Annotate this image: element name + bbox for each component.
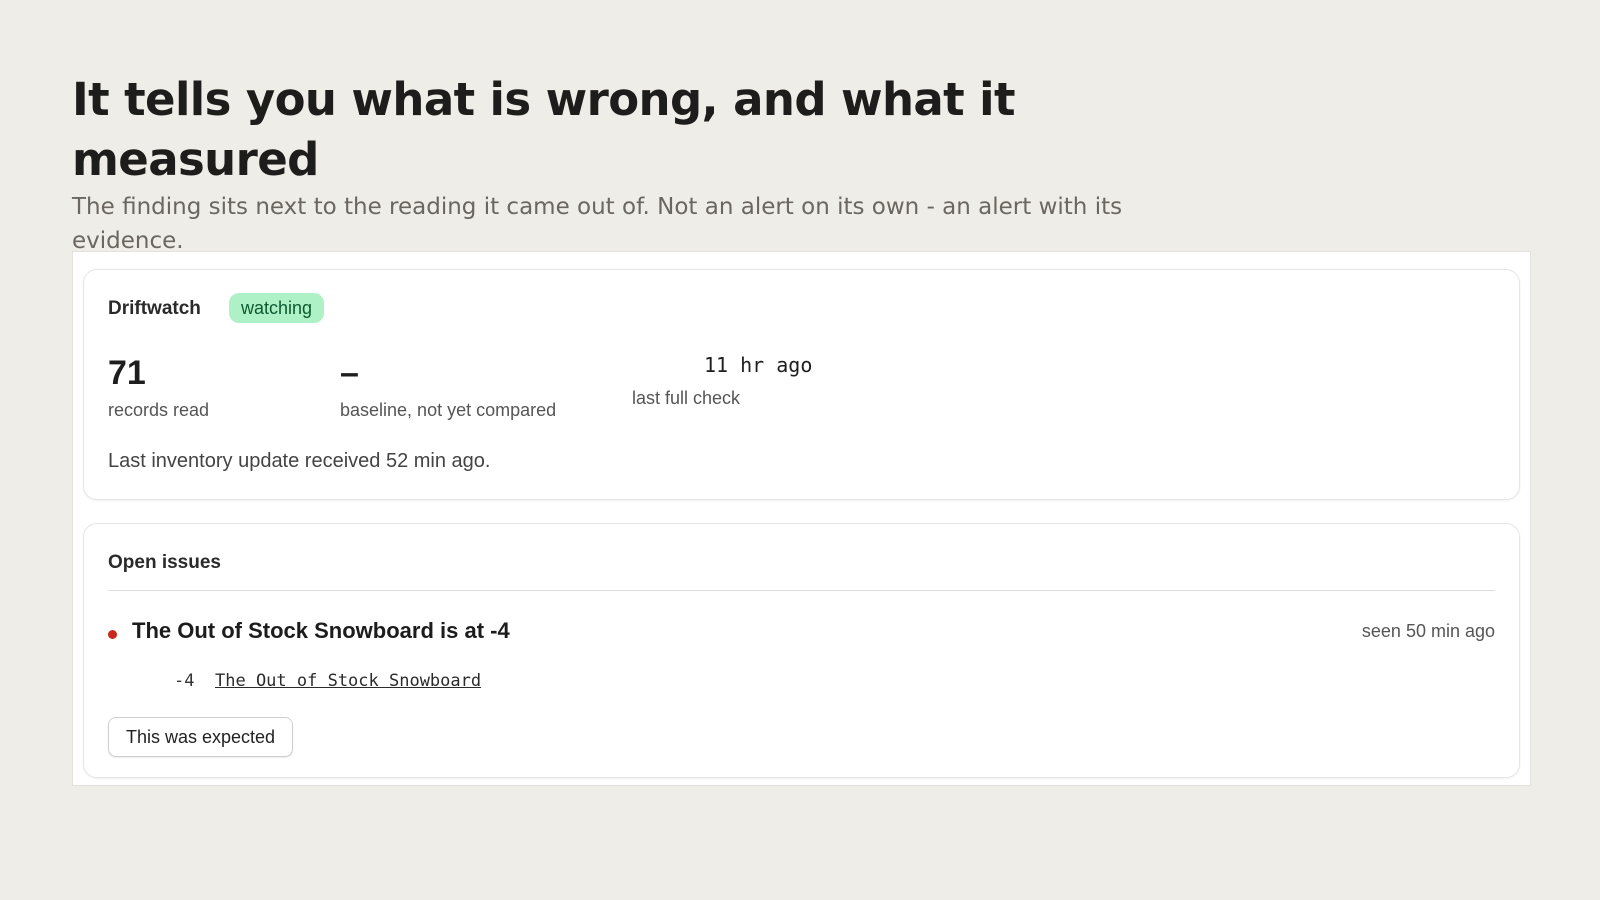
evidence-value: -4 (174, 671, 195, 691)
evidence-product-link[interactable]: The Out of Stock Snowboard (215, 671, 481, 691)
issue-seen-time: seen 50 min ago (1361, 621, 1495, 641)
status-badge: watching (229, 293, 325, 323)
app-name: Driftwatch (108, 298, 201, 319)
metric-baseline-value: – (340, 354, 359, 392)
issues-divider (108, 590, 1495, 591)
last-update-text: Last inventory update received 52 min ag… (108, 450, 491, 472)
metric-last-check-label: last full check (632, 388, 741, 408)
metric-last-check-value: 11 hr ago (704, 353, 813, 377)
issue-title: The Out of Stock Snowboard is at -4 (132, 618, 510, 643)
issues-card: Open issues The Out of Stock Snowboard i… (83, 523, 1520, 778)
preview-frame: Driftwatch watching 71 records read – ba… (72, 251, 1531, 786)
metric-baseline-label: baseline, not yet compared (340, 400, 557, 420)
page-subtitle: The finding sits next to the reading it … (72, 194, 1123, 254)
issues-title: Open issues (108, 552, 221, 573)
issue-severity-dot-icon (108, 630, 117, 639)
page-title: It tells you what is wrong, and what it … (72, 73, 1016, 186)
metric-records-value: 71 (108, 354, 146, 392)
status-card: Driftwatch watching 71 records read – ba… (83, 269, 1520, 500)
metric-records-label: records read (108, 400, 210, 420)
hero: It tells you what is wrong, and what it … (72, 70, 1152, 258)
mark-expected-button[interactable]: This was expected (108, 717, 294, 757)
